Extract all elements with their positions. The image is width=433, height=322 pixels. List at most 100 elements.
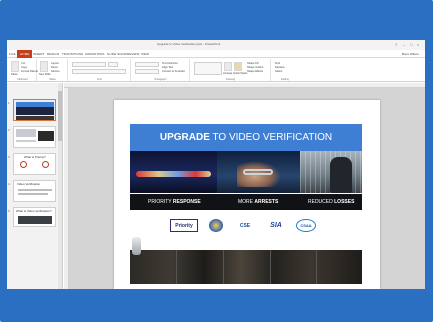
minimize-icon[interactable]: – <box>403 42 405 47</box>
cut-button[interactable]: Cut <box>21 62 25 65</box>
section-button[interactable]: Section <box>51 70 60 73</box>
font-name-select[interactable] <box>72 62 106 67</box>
copy-button[interactable]: Copy <box>21 66 27 69</box>
group-label-paragraph: Paragraph <box>154 78 167 81</box>
list-buttons[interactable] <box>135 62 159 67</box>
tab-file[interactable]: FILE <box>9 52 16 56</box>
arrange-button[interactable]: Arrange <box>223 72 232 75</box>
window-title: Upgrade to Video Verification.pptx - Pow… <box>157 42 221 46</box>
headline-band: UPGRADE TO VIDEO VERIFICATION <box>130 124 362 151</box>
help-icon[interactable]: ? <box>395 42 397 47</box>
quick-styles-icon[interactable] <box>234 62 242 71</box>
police-lights-photo[interactable] <box>130 151 217 193</box>
slide-number-3: 3 <box>8 155 10 159</box>
group-label-editing: Editing <box>281 78 289 81</box>
arrange-icon[interactable] <box>224 62 232 71</box>
security-camera-image[interactable] <box>132 237 141 255</box>
scrollbar-thumb[interactable] <box>58 91 62 141</box>
paste-icon[interactable] <box>11 61 19 72</box>
group-clipboard: Paste Cut Copy Format Painter Clipboard <box>9 59 38 81</box>
caption-priority-response[interactable]: PRIORITY RESPONSE <box>148 199 201 205</box>
slide-thumbnail-2[interactable] <box>13 126 56 148</box>
slide-editing-area: UPGRADE TO VIDEO VERIFICATION PRIORITY R… <box>64 83 425 289</box>
slide-number-2: 2 <box>8 128 10 132</box>
new-slide-icon[interactable] <box>40 61 48 72</box>
tab-home[interactable]: HOME <box>17 50 33 58</box>
align-text-button[interactable]: Align Text <box>162 66 173 69</box>
strip-divider <box>270 250 271 284</box>
ribbon-tabs: FILE HOME INSERT DESIGN TRANSITIONS ANIM… <box>7 50 425 58</box>
siren-lights <box>136 171 211 177</box>
headline-bold: UPGRADE <box>159 132 210 143</box>
slide-thumbnail-1[interactable] <box>13 99 56 121</box>
close-icon[interactable]: × <box>417 42 419 47</box>
thumbnail-4-title: Video Verification <box>17 182 41 186</box>
seal-logo[interactable] <box>209 219 223 232</box>
slide-headline[interactable]: UPGRADE TO VIDEO VERIFICATION <box>130 132 362 143</box>
paste-button[interactable]: Paste <box>11 73 18 76</box>
tab-insert[interactable]: INSERT <box>33 52 45 56</box>
group-label-slides: Slides <box>49 78 56 81</box>
layout-button[interactable]: Layout <box>51 62 59 65</box>
maximize-icon[interactable]: □ <box>410 42 412 47</box>
tab-transitions[interactable]: TRANSITIONS <box>62 52 83 56</box>
caption-1-plain: PRIORITY <box>148 199 173 205</box>
sia-logo[interactable]: SIA <box>264 219 288 232</box>
shape-fill-button[interactable]: Shape Fill <box>247 62 259 65</box>
handcuffs-photo[interactable] <box>217 151 300 193</box>
tab-animations[interactable]: ANIMATIONS <box>85 52 104 56</box>
horizontal-ruler <box>64 83 425 88</box>
format-painter-button[interactable]: Format Painter <box>21 70 38 73</box>
font-size-select[interactable] <box>108 62 118 67</box>
slide-thumbnails-panel: 1 2 What is Priority? 3 Video Verificati… <box>7 83 63 289</box>
priority-logo[interactable]: Priority <box>170 219 198 232</box>
slide-number-1: 1 <box>8 101 10 105</box>
tab-view[interactable]: VIEW <box>141 52 149 56</box>
tab-design[interactable]: DESIGN <box>47 52 59 56</box>
partner-logos: Priority CSE SIA CSAA <box>130 216 362 236</box>
intruder-photo[interactable] <box>300 151 362 193</box>
shape-outline-button[interactable]: Shape Outline <box>247 66 263 69</box>
vertical-ruler <box>64 88 69 289</box>
shape-effects-button[interactable]: Shape Effects <box>247 70 263 73</box>
slide-number-5: 5 <box>8 209 10 213</box>
caption-more-arrests[interactable]: MORE ARRESTS <box>238 199 278 205</box>
tab-slide-show[interactable]: SLIDE SHOW <box>107 52 127 56</box>
user-name[interactable]: Brent Wilson <box>402 52 419 56</box>
new-slide-button[interactable]: New Slide <box>39 73 51 76</box>
title-bar: Upgrade to Video Verification.pptx - Pow… <box>7 40 425 50</box>
slide-thumbnail-5[interactable]: What is Video Verification? <box>13 207 56 227</box>
find-button[interactable]: Find <box>275 62 280 65</box>
current-slide[interactable]: UPGRADE TO VIDEO VERIFICATION PRIORITY R… <box>114 100 380 289</box>
cse-logo[interactable]: CSE <box>233 219 257 232</box>
strip-divider <box>316 250 317 284</box>
reset-button[interactable]: Reset <box>51 66 58 69</box>
caption-3-plain: REDUCED <box>308 199 335 205</box>
slide-thumbnail-3[interactable]: What is Priority? <box>13 153 56 175</box>
group-label-clipboard: Clipboard <box>17 78 28 81</box>
csaa-logo[interactable]: CSAA <box>296 219 316 232</box>
convert-smartart-button[interactable]: Convert to SmartArt <box>162 70 185 73</box>
slide-thumbnail-4[interactable]: Video Verification <box>13 180 56 202</box>
thumbnail-3-title: What is Priority? <box>24 155 46 159</box>
tab-review[interactable]: REVIEW <box>127 52 139 56</box>
strip-divider <box>176 250 177 284</box>
replace-button[interactable]: Replace <box>275 66 285 69</box>
slide-number-4: 4 <box>8 182 10 186</box>
text-direction-button[interactable]: Text Direction <box>162 62 178 65</box>
group-label-drawing: Drawing <box>225 78 236 81</box>
intruder-figure <box>330 157 352 193</box>
font-format-buttons[interactable] <box>72 69 126 74</box>
shapes-gallery[interactable] <box>194 62 222 75</box>
quick-styles-button[interactable]: Quick Styles <box>233 72 247 75</box>
caption-3-accent: LOSSES <box>334 199 355 205</box>
group-font: Font <box>69 59 131 81</box>
align-buttons[interactable] <box>135 69 159 74</box>
warehouse-photo-strip[interactable] <box>130 250 362 284</box>
caption-reduced-losses[interactable]: REDUCED LOSSES <box>308 199 354 205</box>
select-button[interactable]: Select <box>275 70 282 73</box>
caption-2-plain: MORE <box>238 199 255 205</box>
headline-rest: TO VIDEO VERIFICATION <box>212 132 333 143</box>
powerpoint-window: Upgrade to Video Verification.pptx - Pow… <box>7 40 425 289</box>
thumbnails-scrollbar[interactable] <box>58 83 62 289</box>
